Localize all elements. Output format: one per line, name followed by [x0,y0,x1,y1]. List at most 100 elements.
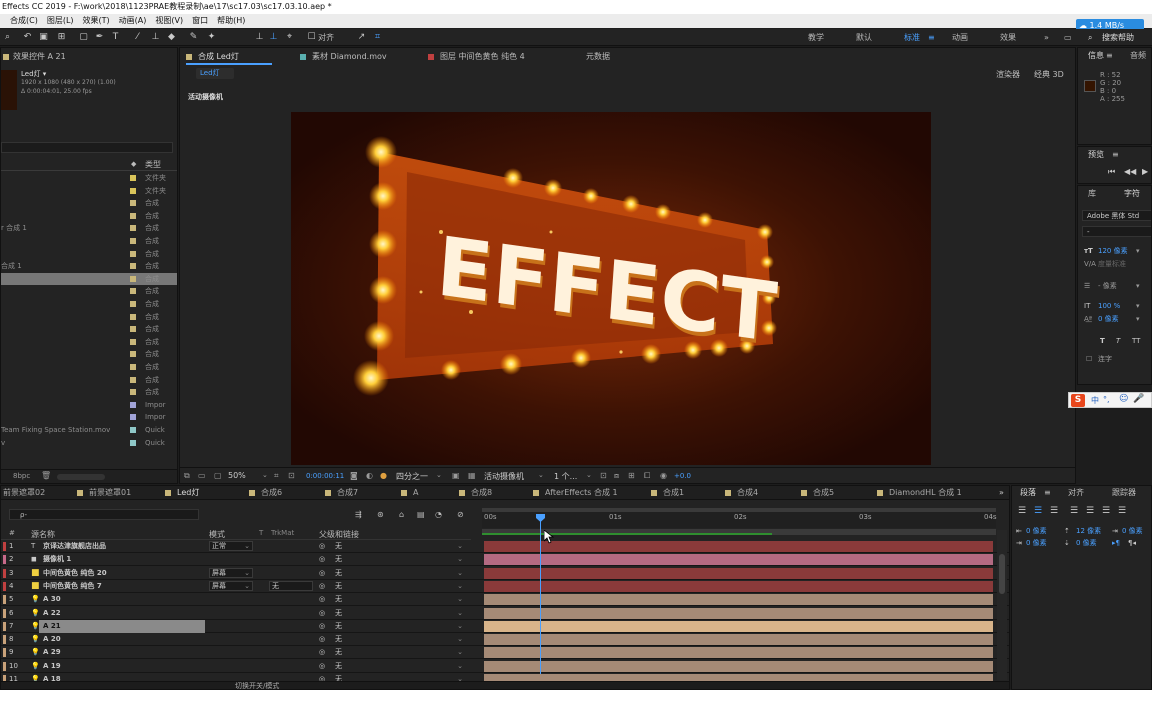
search-help-label[interactable]: 搜索帮助 [1102,32,1134,43]
pick-whip-icon[interactable]: ◎ [319,633,325,646]
project-item[interactable]: 合成 [1,272,177,285]
project-item-label-swatch[interactable] [130,338,136,345]
zoom-value[interactable]: 50% [228,471,246,480]
camera-view-value[interactable]: 活动摄像机 [484,471,524,482]
layer-duration-bar[interactable] [484,594,993,606]
layer-duration-bar[interactable] [484,620,993,632]
menu-item-2[interactable]: 效果(T) [83,14,110,28]
axis-world-icon[interactable]: ⊥ [268,32,279,43]
label-icon[interactable]: ◆ [131,160,136,168]
work-area-bar[interactable] [482,508,996,512]
flowchart-icon[interactable]: ⧠ [644,471,650,481]
project-item[interactable]: 合成 [1,323,177,335]
layer-name[interactable]: A 29 [43,646,61,659]
faux-italic-icon[interactable]: T [1116,336,1120,346]
justify-center-icon[interactable]: ☰ [1086,506,1094,516]
effect-controls-tab[interactable]: 效果控件 A 21 [13,51,66,63]
layer-label-color[interactable] [3,635,6,645]
graph-editor-icon[interactable]: ⊘ [457,510,464,519]
space-after-value[interactable]: 0 像素 [1076,538,1097,548]
pick-whip-icon[interactable]: ◎ [319,567,325,580]
puppet-tool-icon[interactable]: ✦ [206,32,217,43]
layer-parent-select[interactable]: 无 ⌄ [335,661,465,671]
project-item[interactable]: 合成 [1,248,177,260]
workspace-menu-icon[interactable]: ≡ [928,32,935,43]
layer-row[interactable]: 9 💡 A 29 ◎ 无 ⌄ [1,646,1009,660]
workspace-effects[interactable]: 效果 [1000,32,1016,43]
timeline-tab-7[interactable]: AfterEffects 合成 1 [533,486,618,499]
emoji-icon[interactable]: ☺ [1119,394,1128,404]
stroke-width-value[interactable]: - 像素 [1098,281,1117,291]
info-tab[interactable]: 信息 [1088,50,1104,62]
layer-name[interactable]: 中间色黄色 纯色 20 [43,567,107,580]
align-left-icon[interactable]: ☰ [1018,506,1026,516]
camera-tool-icon[interactable]: ▣ [38,32,49,43]
type-header[interactable]: 类型 [145,159,161,171]
indent-right-value[interactable]: 0 像素 [1122,526,1143,536]
renderer-value[interactable]: 经典 3D [1034,69,1064,81]
project-item-label-swatch[interactable] [130,187,136,194]
font-size-caret[interactable]: ▾ [1136,246,1140,256]
views-value[interactable]: 1 个... [554,471,577,482]
show-snapshot-icon[interactable]: ◐ [366,471,373,480]
transparency-grid-icon[interactable]: ▦ [468,471,476,480]
paragraph-menu-icon[interactable]: ≡ [1044,487,1051,499]
tracking-value[interactable]: 度量标准 [1098,259,1126,269]
paragraph-tab[interactable]: 段落 [1020,487,1036,499]
prev-frame-icon[interactable]: ◀◀ [1124,166,1136,178]
project-item-label-swatch[interactable] [130,238,136,244]
rtl-direction-icon[interactable]: ¶◂ [1128,538,1136,548]
layer-parent-select[interactable]: 无 ⌄ [335,568,465,578]
project-item[interactable]: Impor [1,399,177,411]
layer-name[interactable]: A 21 [43,620,61,633]
layer-parent-select[interactable]: 无 ⌄ [335,608,465,618]
font-size-value[interactable]: 120 像素 [1098,246,1128,256]
source-name-header[interactable]: 源名称 [31,529,55,540]
timeline-tab-10[interactable]: 合成5 [801,486,834,499]
draft-3d-icon[interactable]: ⊛ [377,510,384,519]
project-item-label-swatch[interactable] [130,313,136,320]
timeline-vertical-scrollbar[interactable] [997,530,1007,680]
project-item-label-swatch[interactable] [130,351,136,358]
workspace-animation[interactable]: 动画 [952,32,968,43]
project-search-input[interactable] [1,142,173,153]
project-item-label-swatch[interactable] [130,401,136,408]
comp-mini-flowchart-icon[interactable]: ⇶ [355,510,362,519]
layer-label-color[interactable] [3,621,6,631]
all-caps-icon[interactable]: TT [1132,336,1140,346]
exposure-reset-icon[interactable]: ◉ [660,471,667,480]
motion-blur-icon[interactable]: ◔ [435,510,442,519]
resolution-dropdown-icon[interactable]: ⌄ [436,471,442,479]
ltr-direction-icon[interactable]: ▸¶ [1112,538,1120,548]
pick-whip-icon[interactable]: ◎ [319,540,325,553]
project-item-label-swatch[interactable] [130,389,136,396]
layer-duration-bar[interactable] [484,634,993,646]
layer-name[interactable]: 摄像机 1 [43,553,71,566]
layer-duration-bar[interactable] [484,580,993,592]
layer-row[interactable]: 1 T 京译达津旗舰店出品 正常 ⌄ ◎ 无 ⌄ [1,540,1009,553]
layer-row[interactable]: 7 💡 A 21 ◎ 无 ⌄ [1,619,1009,633]
project-item[interactable]: 合成 1 合成 [1,260,177,272]
layer-mode-select[interactable]: 屏幕 ⌄ [209,580,253,591]
project-item-label-swatch[interactable] [130,427,136,433]
layer-name[interactable]: 中间色黄色 纯色 7 [43,580,102,593]
always-preview-icon[interactable]: ⧉ [184,471,190,481]
pick-whip-icon[interactable]: ◎ [319,580,325,593]
timeline-tab-5[interactable]: A [401,486,418,499]
bit-depth-button[interactable]: 8bpc [13,472,30,480]
color-channel-icon[interactable]: ● [380,471,387,480]
pan-behind-tool-icon[interactable]: ⊞ [56,32,67,43]
exposure-value[interactable]: +0.0 [674,472,691,480]
project-item-label-swatch[interactable] [130,225,136,232]
layer-parent-select[interactable]: 无 ⌄ [335,594,465,604]
more-workspaces-icon[interactable]: » [1044,32,1049,43]
trash-icon[interactable]: 🗑 [41,471,51,480]
toggle-pixel-icon[interactable]: ⊡ [600,471,607,480]
views-dropdown-icon[interactable]: ⌄ [586,471,592,479]
layer-mode-select[interactable]: 正常 ⌄ [209,541,253,551]
layer-label-color[interactable] [3,568,6,578]
project-item[interactable]: 合成 [1,298,177,310]
sogou-logo-icon[interactable]: S [1071,394,1085,407]
project-item-label-swatch[interactable] [130,263,136,270]
menu-item-4[interactable]: 视图(V) [155,14,183,28]
